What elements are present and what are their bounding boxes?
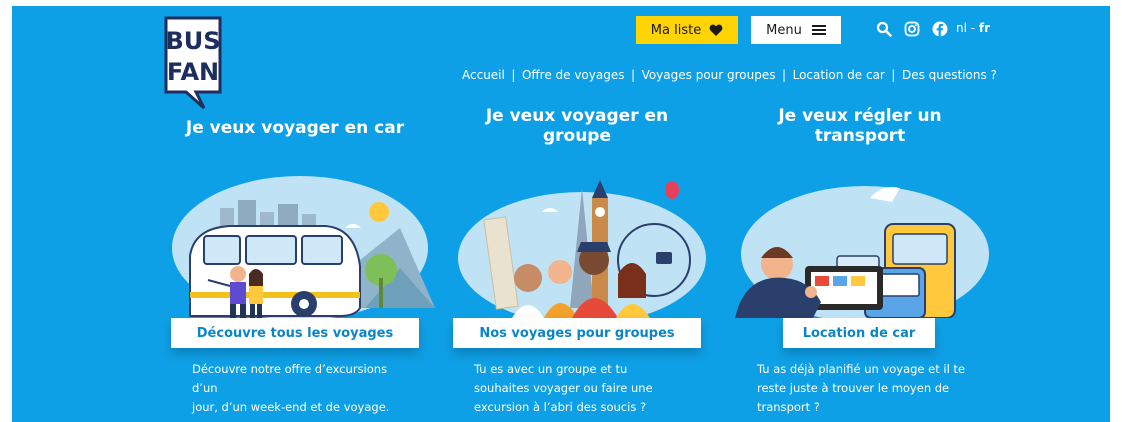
- nav-item-location-de-car[interactable]: Location de car: [793, 68, 885, 82]
- hero-section: BUS FAN Ma liste Menu nl - fr Accueil | …: [12, 6, 1110, 422]
- heart-icon: [709, 24, 723, 36]
- description-line: transport ?: [757, 400, 820, 414]
- nav-separator: |: [891, 68, 896, 82]
- column-title-line: Je veux voyager en car: [185, 118, 405, 138]
- description-line: reste juste à trouver le moyen de: [757, 381, 950, 395]
- voyages-groupes-button[interactable]: Nos voyages pour groupes: [453, 318, 701, 348]
- column-title: Je veux régler un transport: [715, 106, 1005, 146]
- nav-item-accueil[interactable]: Accueil: [462, 68, 505, 82]
- nav-separator: |: [782, 68, 787, 82]
- coach-rental-illustration: [735, 186, 989, 318]
- description-line: jour, d’un week-end et de voyage.: [192, 400, 390, 414]
- menu-label: Menu: [766, 22, 802, 38]
- description-line: excursion à l’abri des soucis ?: [474, 400, 647, 414]
- column-title: Je veux voyager en groupe: [432, 106, 722, 146]
- lang-nl-link[interactable]: nl: [956, 21, 967, 35]
- main-navigation: Accueil | Offre de voyages | Voyages pou…: [462, 68, 997, 82]
- description-line: souhaites voyager ou faire une: [474, 381, 653, 395]
- nav-separator: |: [631, 68, 636, 82]
- facebook-icon[interactable]: [932, 21, 948, 37]
- location-car-button[interactable]: Location de car: [783, 318, 935, 348]
- my-list-label: Ma liste: [650, 22, 702, 38]
- description-line: Découvre notre offre d’excursions d’un: [192, 362, 388, 395]
- my-list-button[interactable]: Ma liste: [636, 16, 738, 44]
- group-travel-illustration: [458, 180, 706, 318]
- bus-travel-illustration: [172, 176, 435, 318]
- description-line: Tu as déjà planifié un voyage et il te: [757, 362, 966, 376]
- column-title: Je veux voyager en car: [150, 118, 440, 138]
- decouvre-voyages-button[interactable]: Découvre tous les voyages: [171, 318, 419, 348]
- logo-text-fan: FAN: [167, 58, 219, 86]
- column-title-line: Je veux voyager en: [485, 106, 669, 126]
- column-description: Découvre notre offre d’excursions d’un j…: [192, 360, 407, 417]
- busfan-logo[interactable]: BUS FAN: [164, 16, 222, 114]
- column-title-line: groupe: [542, 126, 612, 146]
- column-description: Tu as déjà planifié un voyage et il te r…: [757, 360, 972, 417]
- description-line: Tu es avec un groupe et tu: [474, 362, 628, 376]
- lang-separator: -: [966, 21, 979, 35]
- menu-button[interactable]: Menu: [751, 16, 841, 44]
- nav-item-voyages-pour-groupes[interactable]: Voyages pour groupes: [642, 68, 776, 82]
- hamburger-icon: [811, 25, 826, 35]
- nav-item-des-questions[interactable]: Des questions ?: [902, 68, 997, 82]
- column-title-line: Je veux régler un: [778, 106, 942, 126]
- nav-item-offre-de-voyages[interactable]: Offre de voyages: [522, 68, 625, 82]
- language-switch: nl - fr: [956, 21, 990, 35]
- instagram-icon[interactable]: [904, 21, 920, 37]
- logo-text-bus: BUS: [165, 27, 220, 55]
- nav-separator: |: [511, 68, 516, 82]
- column-title-line: transport: [814, 126, 906, 146]
- lang-fr-link[interactable]: fr: [979, 21, 990, 35]
- search-icon[interactable]: [876, 21, 892, 37]
- column-description: Tu es avec un groupe et tu souhaites voy…: [474, 360, 689, 417]
